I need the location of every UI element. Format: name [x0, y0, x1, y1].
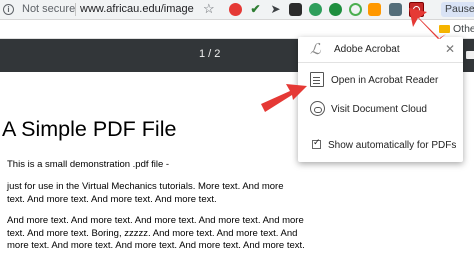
close-icon[interactable]: ✕ [445, 42, 455, 56]
circle-extension-icon[interactable] [349, 3, 362, 16]
menu-item-label: Visit Document Cloud [331, 104, 427, 115]
document-paragraph: just for use in the Virtual Mechanics tu… [7, 181, 284, 205]
cursor-extension-icon[interactable]: ➤ [269, 3, 282, 16]
checkbox[interactable] [312, 138, 321, 149]
popup-title: Adobe Acrobat [334, 44, 400, 55]
cloud-icon [310, 101, 325, 116]
dark-square-extension-icon[interactable] [289, 3, 302, 16]
popup-header: ℒ Adobe Acrobat ✕ [298, 37, 463, 63]
other-bookmarks-link[interactable]: Other b [453, 23, 474, 35]
page-counter: 1 / 2 [199, 48, 221, 60]
document-icon [310, 72, 324, 87]
evernote-extension-icon[interactable] [329, 3, 342, 16]
info-icon[interactable]: i [3, 4, 14, 15]
document-paragraph: And more text. And more text. And more t… [7, 215, 305, 251]
show-automatically-toggle[interactable]: Show automatically for PDFs [298, 135, 463, 157]
security-status[interactable]: Not secure [22, 3, 75, 15]
print-icon[interactable] [466, 51, 474, 59]
grammarly-extension-icon[interactable] [309, 3, 322, 16]
acrobat-extension-icon[interactable] [409, 2, 424, 17]
leaf-extension-icon[interactable]: ✔ [249, 3, 262, 16]
open-in-acrobat-reader-item[interactable]: Open in Acrobat Reader [298, 70, 463, 92]
divider [75, 3, 76, 16]
menu-item-label: Open in Acrobat Reader [331, 75, 439, 86]
acrobat-popup: ℒ Adobe Acrobat ✕ Open in Acrobat Reader… [298, 37, 463, 162]
url-field[interactable]: www.africau.edu/images/d... [80, 3, 194, 15]
orange-extension-icon[interactable] [368, 3, 381, 16]
checkbox-label: Show automatically for PDFs [328, 140, 457, 151]
address-bar: i Not secure www.africau.edu/images/d...… [0, 0, 474, 20]
acrobat-logo-icon: ℒ [310, 41, 321, 58]
visit-document-cloud-item[interactable]: Visit Document Cloud [298, 99, 463, 121]
folder-icon [439, 25, 450, 33]
red-circle-extension-icon[interactable] [229, 3, 242, 16]
grid-extension-icon[interactable] [389, 3, 402, 16]
bookmark-star-icon[interactable]: ☆ [203, 1, 215, 17]
document-title: A Simple PDF File [2, 117, 177, 141]
document-paragraph: This is a small demonstration .pdf file … [7, 159, 170, 170]
profile-paused-button[interactable]: Paused [441, 2, 474, 17]
